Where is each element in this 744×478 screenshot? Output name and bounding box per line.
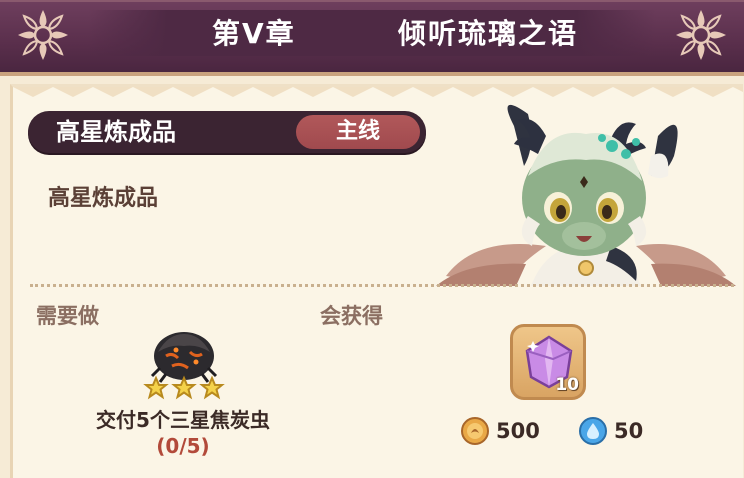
coin-reward: 500 <box>460 416 540 446</box>
requirements-label: 需要做 <box>36 304 99 328</box>
quest-name: 高星炼成品 <box>56 118 176 146</box>
coin-value: 500 <box>496 419 540 443</box>
reward-quantity: 10 <box>555 375 579 395</box>
floral-ornament-icon <box>18 10 68 60</box>
main-quest-tag: 主线 <box>296 115 420 149</box>
section-divider <box>30 284 734 287</box>
water-drop-icon <box>579 417 607 445</box>
water-reward: 50 <box>578 416 643 446</box>
quest-title-bar: 高星炼成品 主线 <box>28 111 426 153</box>
task-description: 交付5个三星焦炭虫 <box>96 408 270 432</box>
charcoal-beetle-icon[interactable] <box>138 322 230 402</box>
quest-description: 高星炼成品 <box>48 186 159 211</box>
rewards-label: 会获得 <box>320 304 383 328</box>
character-portrait <box>436 104 736 286</box>
floral-ornament-icon <box>676 10 726 60</box>
water-value: 50 <box>614 419 644 443</box>
chapter-header: 第V章 倾听琉璃之语 <box>0 0 744 76</box>
gold-coin-icon <box>461 417 489 445</box>
chapter-number: 第V章 <box>212 17 296 50</box>
chapter-title: 倾听琉璃之语 <box>398 17 579 50</box>
reward-item-slot[interactable]: 10 <box>510 324 586 400</box>
star-rating <box>143 375 225 400</box>
task-progress: (0/5) <box>156 434 210 458</box>
